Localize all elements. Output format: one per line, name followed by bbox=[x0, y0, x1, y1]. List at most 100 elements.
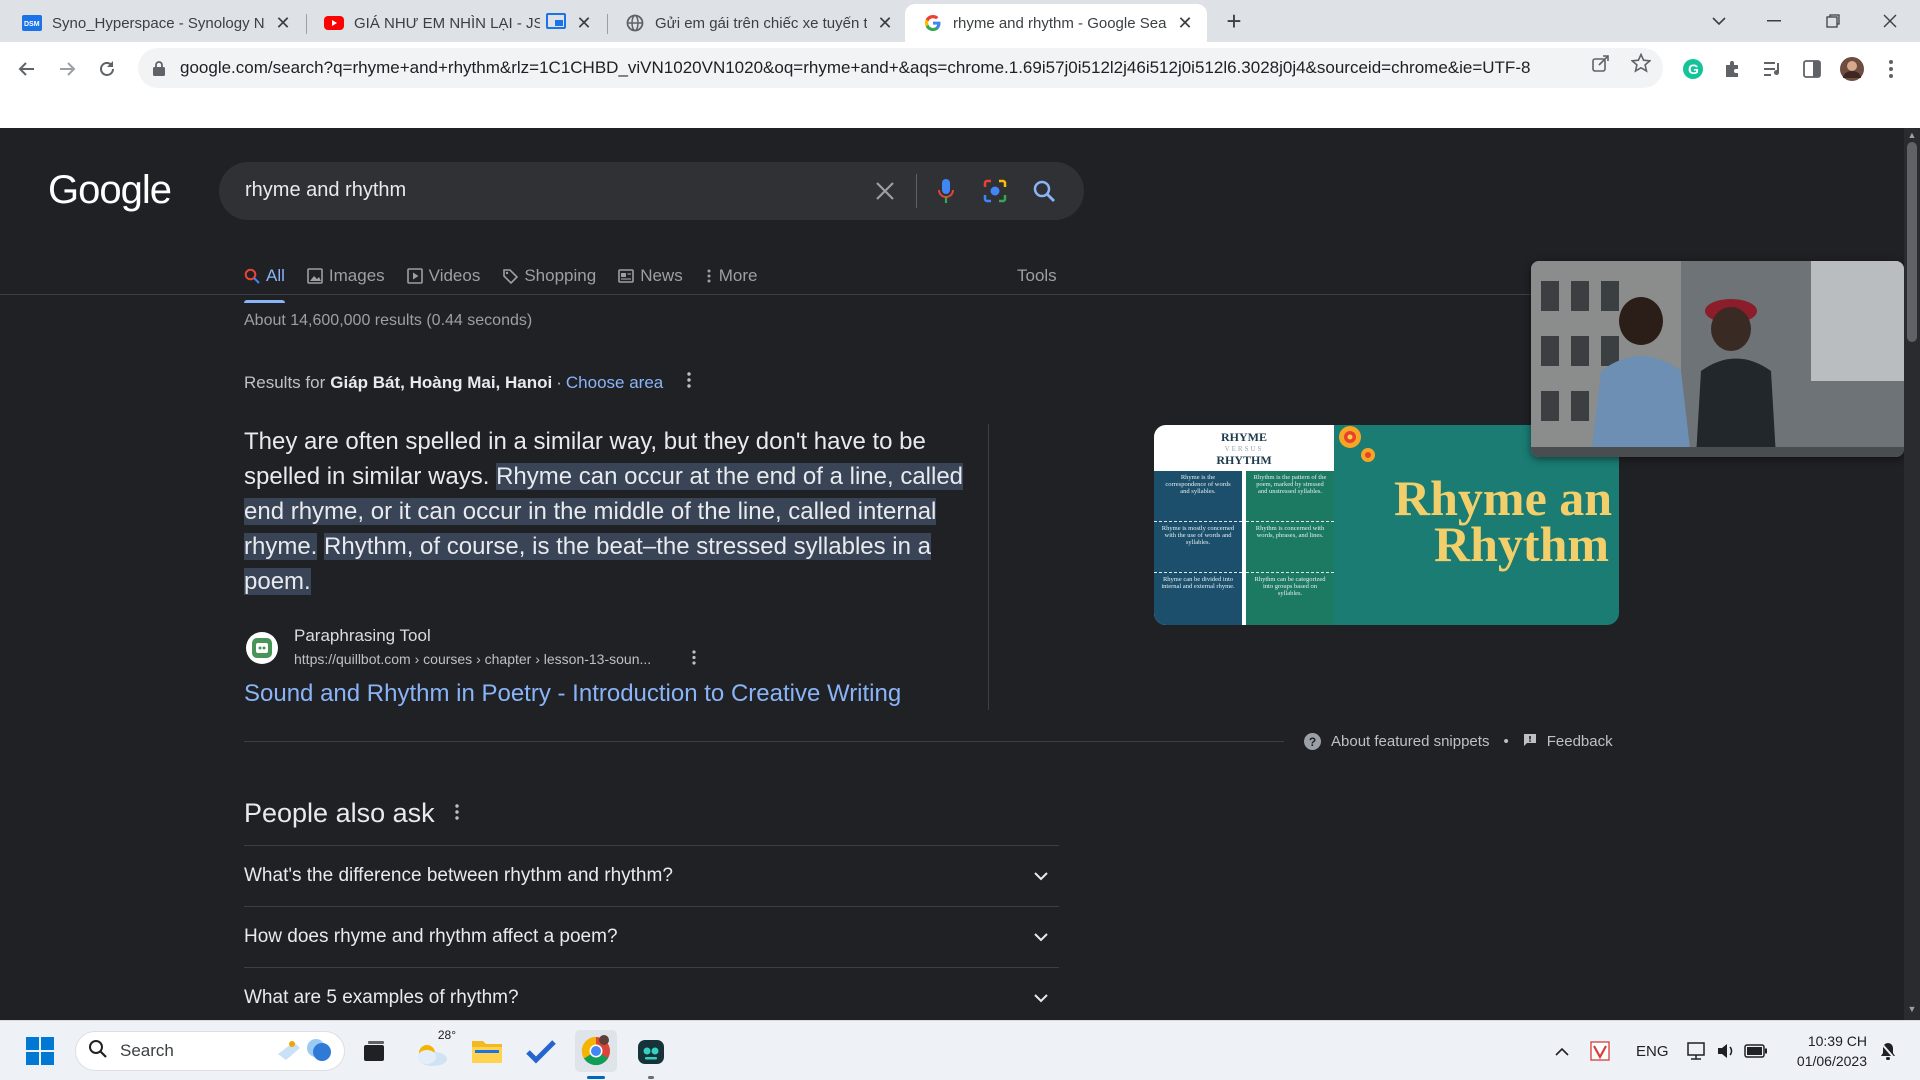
taskbar-search[interactable]: Search bbox=[75, 1031, 345, 1071]
about-featured-snippets-link[interactable]: About featured snippets bbox=[1331, 733, 1489, 750]
google-logo[interactable]: Google bbox=[48, 168, 172, 213]
weather-temp: 28° bbox=[437, 1028, 456, 1042]
battery-icon[interactable] bbox=[1744, 1021, 1768, 1080]
picture-in-picture-video[interactable] bbox=[1531, 261, 1904, 457]
paa-question-text: What are 5 examples of rhythm? bbox=[244, 987, 519, 1008]
tray-overflow-chevron-icon[interactable] bbox=[1552, 1021, 1572, 1080]
file-explorer-icon[interactable] bbox=[466, 1030, 508, 1072]
feedback-icon bbox=[1523, 733, 1537, 750]
scroll-down-arrow-icon[interactable]: ▼ bbox=[1904, 1004, 1920, 1014]
weather-widget-icon[interactable]: 28° bbox=[410, 1028, 456, 1072]
chrome-icon[interactable] bbox=[575, 1030, 617, 1072]
source-name: Paraphrasing Tool bbox=[294, 626, 431, 645]
search-box[interactable]: rhyme and rhythm bbox=[219, 162, 1084, 220]
back-icon[interactable] bbox=[10, 52, 44, 86]
image-icon bbox=[307, 268, 323, 284]
address-bar[interactable]: google.com/search?q=rhyme+and+rhythm&rlz… bbox=[138, 48, 1663, 88]
feedback-link[interactable]: Feedback bbox=[1547, 733, 1613, 750]
restore-icon[interactable] bbox=[1805, 0, 1861, 42]
close-icon[interactable]: ✕ bbox=[1175, 13, 1195, 34]
close-icon[interactable]: ✕ bbox=[574, 13, 594, 34]
location-separator: · bbox=[556, 372, 562, 392]
language-indicator[interactable]: ENG bbox=[1636, 1021, 1669, 1080]
source-url: https://quillbot.com › courses › chapter… bbox=[294, 651, 652, 667]
profile-avatar[interactable] bbox=[1837, 54, 1867, 84]
infographic-header: RHYME VERSUS RHYTHM bbox=[1154, 425, 1334, 471]
extensions-puzzle-icon[interactable] bbox=[1718, 54, 1748, 84]
tab-web[interactable]: Gửi em gái trên chiếc xe tuyến trắng ✕ bbox=[607, 4, 907, 42]
tab-more[interactable]: More bbox=[705, 256, 757, 296]
new-tab-button[interactable]: + bbox=[1219, 7, 1249, 37]
google-lens-icon[interactable] bbox=[981, 177, 1009, 205]
forward-icon[interactable] bbox=[50, 52, 84, 86]
tab-label: Shopping bbox=[524, 266, 597, 285]
todo-checkmark-icon[interactable] bbox=[520, 1030, 562, 1072]
result-title-link[interactable]: Sound and Rhythm in Poetry - Introductio… bbox=[244, 680, 901, 708]
tab-news[interactable]: News bbox=[618, 256, 683, 296]
search-input[interactable]: rhyme and rhythm bbox=[245, 179, 406, 202]
location-prefix: Results for bbox=[244, 372, 326, 392]
chrome-menu-icon[interactable] bbox=[1876, 54, 1906, 84]
infographic-cell: Rhythm can be categorized into groups ba… bbox=[1254, 576, 1326, 597]
rhyme-vs-rhythm-infographic: RHYME VERSUS RHYTHM Rhyme is the corresp… bbox=[1154, 425, 1334, 625]
grammarly-icon[interactable]: G bbox=[1678, 54, 1708, 84]
tab-google-search[interactable]: rhyme and rhythm - Google Search ✕ bbox=[905, 4, 1207, 42]
tab-shopping[interactable]: Shopping bbox=[502, 256, 596, 296]
taskbar-clock[interactable]: 10:39 CH 01/06/2023 bbox=[1785, 1031, 1867, 1071]
tab-youtube[interactable]: GIÁ NHƯ EM NHÌN LẠI - JSOL ✕ bbox=[306, 4, 606, 42]
browser-toolbar: google.com/search?q=rhyme+and+rhythm&rlz… bbox=[0, 42, 1920, 130]
lock-icon[interactable] bbox=[150, 59, 168, 77]
paa-more-icon[interactable] bbox=[455, 804, 459, 825]
close-icon[interactable]: ✕ bbox=[273, 13, 293, 34]
minimize-icon[interactable] bbox=[1746, 0, 1802, 42]
tab-synology[interactable]: DSM Syno_Hyperspace - Synology NAS ✕ bbox=[0, 4, 305, 42]
tools-button[interactable]: Tools bbox=[1017, 256, 1057, 296]
tab-videos[interactable]: Videos bbox=[406, 256, 480, 296]
tab-label: All bbox=[266, 266, 285, 285]
paa-question[interactable]: What are 5 examples of rhythm? bbox=[244, 967, 1059, 1020]
chevron-down-icon[interactable] bbox=[1029, 986, 1053, 1010]
infographic-cell: Rhyme is mostly concerned with the use o… bbox=[1154, 522, 1242, 573]
tab-all[interactable]: All bbox=[244, 256, 285, 303]
close-icon[interactable]: ✕ bbox=[875, 13, 895, 34]
voice-search-mic-icon[interactable] bbox=[932, 177, 960, 205]
chevron-down-icon[interactable] bbox=[1029, 925, 1053, 949]
share-icon[interactable] bbox=[1590, 52, 1612, 74]
paa-question[interactable]: How does rhyme and rhythm affect a poem? bbox=[244, 906, 1059, 967]
volume-icon[interactable] bbox=[1716, 1021, 1736, 1080]
choose-area-link[interactable]: Choose area bbox=[566, 373, 663, 393]
paa-question[interactable]: What's the difference between rhythm and… bbox=[244, 845, 1059, 906]
network-icon[interactable] bbox=[1686, 1021, 1708, 1080]
clear-search-icon[interactable] bbox=[871, 177, 899, 205]
tab-search-chevron-icon[interactable] bbox=[1691, 0, 1747, 42]
location-more-icon[interactable] bbox=[687, 372, 691, 393]
scrollbar-thumb[interactable] bbox=[1907, 142, 1917, 342]
page-scrollbar[interactable]: ▲ ▼ bbox=[1904, 128, 1920, 1020]
notification-bell-icon[interactable] bbox=[1878, 1021, 1898, 1080]
result-stats: About 14,600,000 results (0.44 seconds) bbox=[244, 312, 533, 329]
search-icon[interactable] bbox=[1030, 177, 1058, 205]
search-highlight-art-icon bbox=[272, 1034, 334, 1069]
help-icon: ? bbox=[1304, 733, 1321, 750]
chevron-down-icon[interactable] bbox=[1029, 864, 1053, 888]
scroll-up-arrow-icon[interactable]: ▲ bbox=[1904, 130, 1920, 140]
vivaldi-tray-icon[interactable] bbox=[1590, 1021, 1610, 1080]
infographic-title: RHYME bbox=[1221, 430, 1267, 444]
app-robot-icon[interactable] bbox=[630, 1030, 672, 1072]
source-more-icon[interactable] bbox=[692, 650, 696, 670]
windows-start-icon[interactable] bbox=[19, 1030, 61, 1072]
task-view-icon[interactable] bbox=[353, 1030, 395, 1072]
picture-in-picture-icon bbox=[546, 13, 566, 33]
tab-title: rhyme and rhythm - Google Search bbox=[953, 14, 1167, 32]
bookmark-star-icon[interactable] bbox=[1630, 52, 1652, 74]
tab-title: Syno_Hyperspace - Synology NAS bbox=[52, 14, 265, 32]
side-panel-icon[interactable] bbox=[1797, 54, 1827, 84]
tab-images[interactable]: Images bbox=[307, 256, 385, 296]
window-close-icon[interactable] bbox=[1862, 0, 1918, 42]
search-tabs: All Images Videos Shopping News More bbox=[244, 256, 779, 303]
url-text: google.com/search?q=rhyme+and+rhythm&rlz… bbox=[180, 58, 1531, 77]
snippet-highlight: Rhythm, of course, is the beat–the stres… bbox=[244, 533, 932, 595]
flower-decoration-icon bbox=[1338, 425, 1380, 471]
media-control-icon[interactable] bbox=[1758, 54, 1788, 84]
reload-icon[interactable] bbox=[90, 52, 124, 86]
